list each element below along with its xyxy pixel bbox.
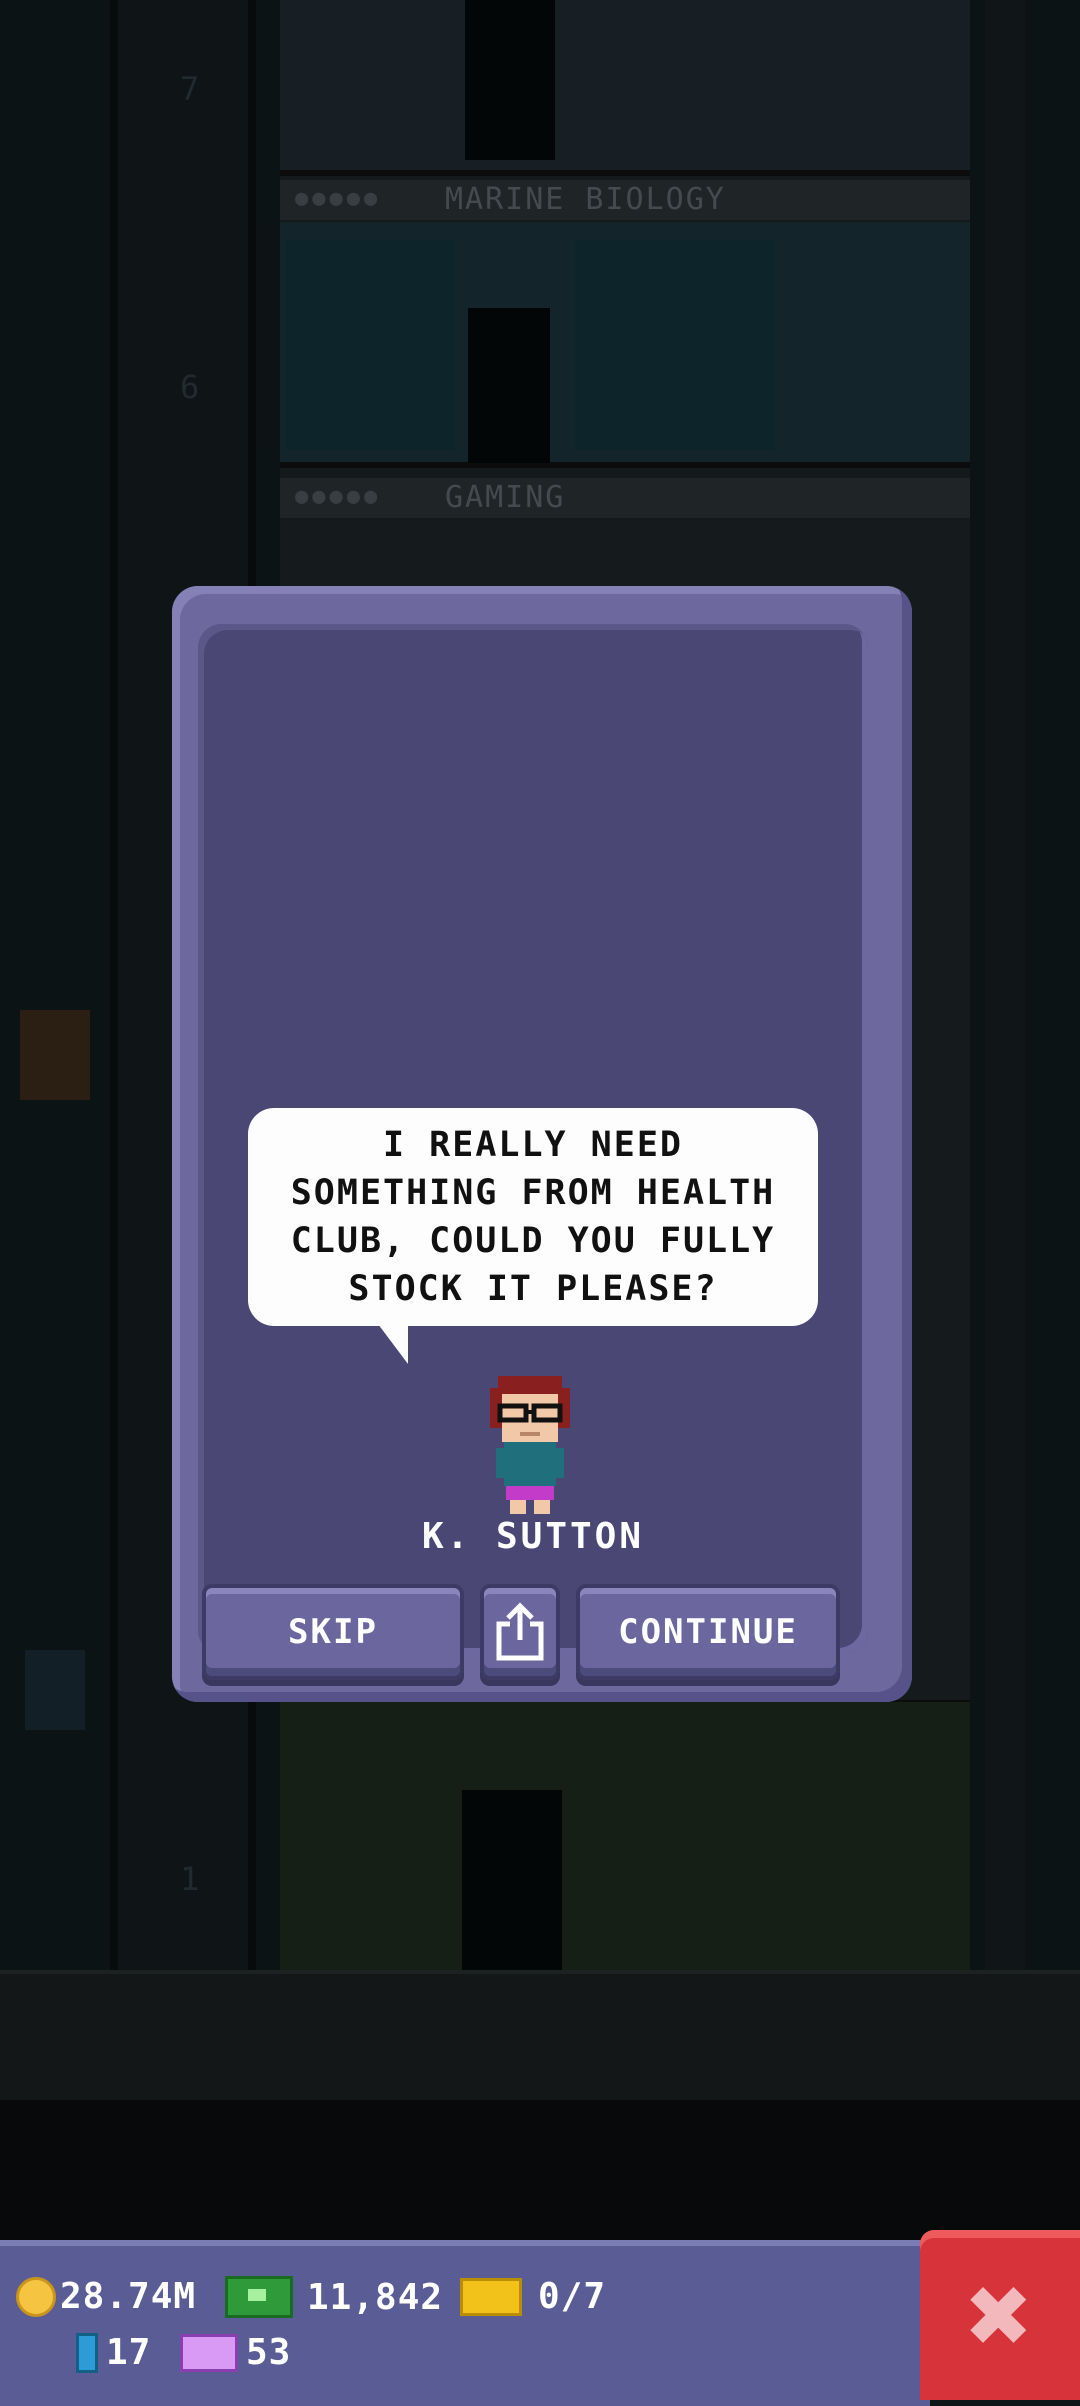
tickets-value: 0/7 [538,2276,607,2317]
character-name: K. SUTTON [421,1516,645,1557]
vip-counter: 53 [180,2332,291,2373]
continue-label: CONTINUE [618,1612,798,1652]
coins-counter: 28.74M [16,2276,196,2317]
bux-counter: 11,842 [225,2276,443,2318]
share-button[interactable] [480,1584,560,1680]
vip-icon [180,2333,238,2372]
skip-button[interactable]: SKIP [202,1584,464,1680]
speech-text: I REALLY NEED SOMETHING FROM HEALTH CLUB… [290,1125,776,1309]
continue-button[interactable]: CONTINUE [576,1584,840,1680]
bux-icon [225,2276,293,2318]
share-icon [496,1602,544,1661]
speech-bubble: I REALLY NEED SOMETHING FROM HEALTH CLUB… [248,1108,818,1326]
bitizen-character [490,1376,570,1514]
close-icon: ✖ [966,2251,1034,2379]
golden-ticket-icon [460,2277,522,2316]
crates-value: 17 [106,2332,152,2373]
close-button[interactable]: ✖ [920,2230,1080,2400]
mission-dialog: I REALLY NEED SOMETHING FROM HEALTH CLUB… [172,586,912,1702]
resource-bar: 28.74M 11,842 0/7 17 53 [0,2240,930,2406]
bux-value: 11,842 [307,2276,444,2318]
crate-icon [76,2332,98,2373]
crates-counter: 17 [76,2332,151,2373]
coins-value: 28.74M [60,2276,197,2317]
coin-icon [16,2276,56,2317]
dialog-panel: I REALLY NEED SOMETHING FROM HEALTH CLUB… [198,624,868,1680]
golden-tickets-counter: 0/7 [460,2276,606,2317]
speech-bubble-tail [378,1324,408,1364]
vip-value: 53 [246,2332,292,2373]
skip-label: SKIP [288,1612,378,1652]
